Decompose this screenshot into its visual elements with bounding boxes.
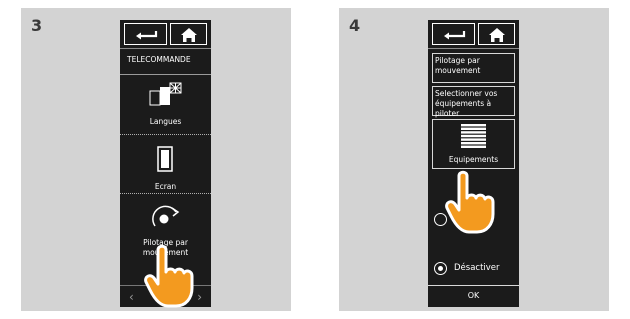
- step-panel-4: 4 Pilotage par mouvement Selectionner vo…: [339, 8, 609, 311]
- equipment-selector[interactable]: Equipements: [432, 119, 515, 169]
- radio-label: Désactiver: [454, 263, 500, 273]
- menu-item-ecran[interactable]: Ecran: [120, 135, 211, 193]
- prev-arrow-icon[interactable]: ‹: [129, 290, 134, 304]
- back-button[interactable]: [124, 23, 167, 45]
- hand-pointer-icon: [144, 244, 194, 308]
- flag-icon: [149, 82, 182, 106]
- menu-item-langues[interactable]: Langues: [120, 75, 211, 132]
- menu-header: Pilotage par mouvement: [432, 53, 515, 83]
- step-panel-3: 3 TELECOMMANDE Langues Ecran Pilotage pa…: [21, 8, 291, 311]
- ok-button[interactable]: OK: [428, 285, 519, 307]
- blind-icon: [461, 124, 486, 148]
- hand-pointer-icon: [445, 170, 495, 234]
- menu-item-label: Langues: [149, 117, 182, 126]
- home-icon: [181, 28, 197, 42]
- equipment-label: Equipements: [448, 155, 499, 164]
- back-arrow-icon: [136, 31, 158, 40]
- home-button[interactable]: [170, 23, 207, 45]
- radio-button[interactable]: [434, 262, 447, 275]
- back-arrow-icon: [444, 31, 466, 40]
- menu-item-label: Ecran: [154, 182, 177, 191]
- step-number: 4: [349, 16, 361, 35]
- remote-screen: Pilotage par mouvement Selectionner vos …: [428, 20, 519, 307]
- step-number: 3: [31, 16, 43, 35]
- back-button[interactable]: [432, 23, 475, 45]
- rotate-icon: [152, 205, 180, 227]
- radio-option-desactiver[interactable]: Désactiver: [434, 262, 518, 276]
- top-bar: [428, 20, 519, 49]
- menu-header: TELECOMMANDE: [127, 55, 191, 64]
- home-button[interactable]: [478, 23, 515, 45]
- menu-subheader: Selectionner vos équipements à piloter: [432, 86, 515, 118]
- top-bar: [120, 20, 211, 49]
- home-icon: [489, 28, 505, 42]
- screen-icon: [157, 146, 173, 172]
